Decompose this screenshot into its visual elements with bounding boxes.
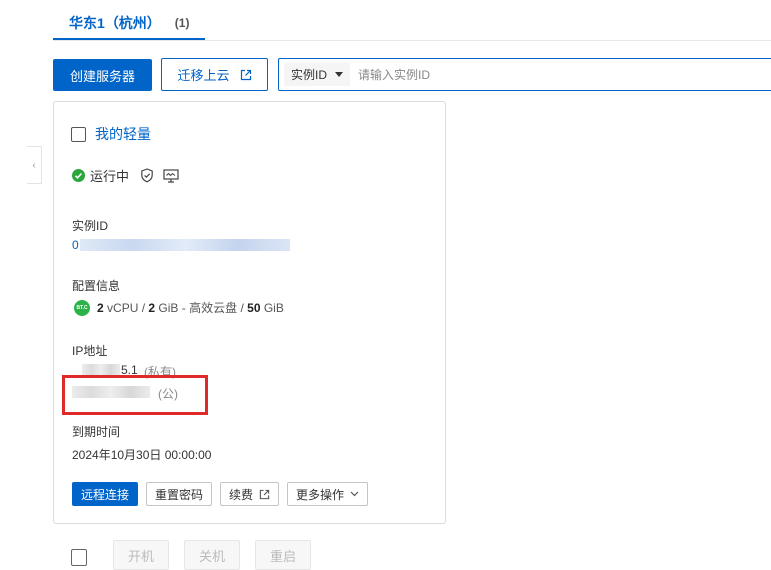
tab-region-count: (1) [174,16,190,30]
card-action-row: 远程连接 重置密码 续费 更多操作 [72,482,369,506]
status-text: 运行中 [90,169,130,184]
search-input[interactable] [356,61,771,88]
instance-search-box: 实例ID [278,58,771,91]
os-image-badge: BT.C [76,304,88,311]
config-label: 配置信息 [72,279,121,293]
check-circle-icon [72,169,85,182]
instance-card: 我的轻量 运行中 实例ID 0 配置信息 BT.C 2 vCPU / 2 GiB… [53,101,446,524]
instance-checkbox[interactable] [71,126,86,142]
tab-region[interactable]: 华东1（杭州） (1) [53,8,206,40]
migrate-button[interactable]: 迁移上云 [161,58,268,91]
disk-size: 50 [247,301,261,315]
external-link-icon [240,69,251,80]
caret-down-icon [335,71,344,77]
sidebar-collapse-handle[interactable]: ‹ [27,146,42,184]
renew-button-label: 续费 [229,487,254,502]
mem-size: 2 [148,301,156,315]
expiry-label: 到期时间 [72,425,121,439]
select-all-checkbox[interactable] [71,549,87,566]
public-ip-highlight [62,375,208,415]
migrate-button-label: 迁移上云 [177,68,230,83]
renew-button[interactable]: 续费 [220,482,280,506]
external-link-icon [259,489,270,499]
tab-region-label: 华东1（杭州） [69,15,161,31]
config-spec: 2 vCPU / 2 GiB - 高效云盘 / 50 GiB [97,301,284,315]
ip-label: IP地址 [72,344,108,358]
disk-unit: GiB [263,301,284,315]
cpu-count: 2 [97,301,104,315]
more-actions-label: 更多操作 [296,487,345,502]
instance-name[interactable]: 我的轻量 [95,124,151,144]
instance-id-value[interactable]: 0 [72,238,79,252]
disk-type: 高效云盘 [189,301,238,315]
instance-status-row: 运行中 [72,166,179,185]
os-image-icon: BT.C [74,299,90,316]
expiry-value: 2024年10月30日 00:00:00 [72,448,212,462]
search-field-select[interactable]: 实例ID [284,63,351,86]
create-server-button[interactable]: 创建服务器 [53,59,152,91]
tab-divider [53,40,771,41]
card-title-row: 我的轻量 [71,124,151,144]
shield-icon[interactable] [140,168,154,183]
search-field-label: 实例ID [291,68,328,82]
monitor-icon[interactable] [163,168,179,183]
chevron-down-icon [350,491,359,497]
cpu-unit: vCPU [107,301,139,315]
mem-unit: GiB [158,301,179,315]
config-row: BT.C 2 vCPU / 2 GiB - 高效云盘 / 50 GiB [74,299,284,316]
reset-password-button[interactable]: 重置密码 [146,482,213,506]
instance-id-label: 实例ID [72,219,109,233]
more-actions-button[interactable]: 更多操作 [287,482,369,506]
chevron-left-icon: ‹ [32,159,36,171]
instance-id-redaction [80,239,290,251]
remote-connect-button[interactable]: 远程连接 [72,482,139,506]
